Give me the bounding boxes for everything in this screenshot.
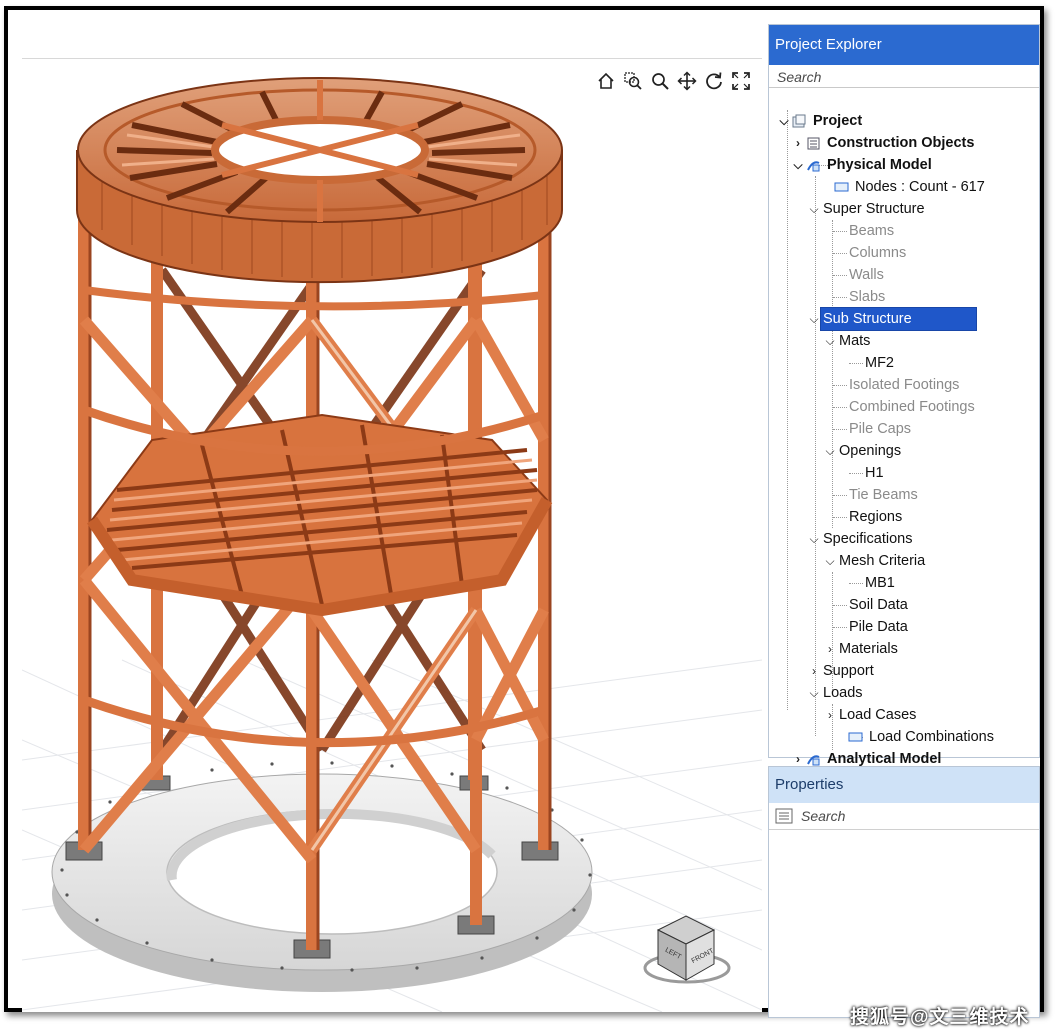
tree-item-sub-structure[interactable]: ⌵ Sub Structure xyxy=(807,307,977,331)
fit-all-icon[interactable] xyxy=(730,70,752,92)
tree-item-materials[interactable]: › Materials xyxy=(823,638,900,660)
chevron-down-icon[interactable]: ⌵ xyxy=(807,198,821,220)
3d-viewport[interactable]: LEFT FRONT xyxy=(22,20,762,1012)
chevron-down-icon[interactable]: ⌵ xyxy=(807,682,821,704)
view-cube[interactable]: LEFT FRONT xyxy=(643,915,731,984)
tower-model-scene[interactable]: LEFT FRONT xyxy=(22,20,762,1012)
tree-item-combined-footings[interactable]: Combined Footings xyxy=(847,396,977,418)
chevron-right-icon[interactable]: › xyxy=(807,660,821,682)
rotate-icon[interactable] xyxy=(703,70,725,92)
pan-icon[interactable] xyxy=(676,70,698,92)
chevron-down-icon[interactable]: ⌵ xyxy=(807,528,821,550)
tree-item-mb1[interactable]: MB1 xyxy=(863,572,897,594)
mid-platform[interactable] xyxy=(87,413,553,617)
properties-panel: Properties Search xyxy=(768,766,1040,1018)
chevron-right-icon[interactable]: › xyxy=(823,638,837,660)
tree-item-isolated-footings[interactable]: Isolated Footings xyxy=(847,374,961,396)
app-window: LEFT FRONT Project Explorer Search ⌵ Pro… xyxy=(4,6,1044,1028)
top-ring-frame[interactable] xyxy=(76,77,563,284)
tree-item-mf2[interactable]: MF2 xyxy=(863,352,896,374)
nodes-icon xyxy=(833,179,849,195)
zoom-icon[interactable] xyxy=(649,70,671,92)
watermark-text: 搜狐号@文三维技术 xyxy=(850,1007,1030,1028)
chevron-right-icon[interactable]: › xyxy=(823,704,837,726)
chevron-down-icon[interactable]: ⌵ xyxy=(807,308,821,330)
tree-item-nodes[interactable]: Nodes : Count - 617 xyxy=(833,176,987,198)
tree-item-specifications[interactable]: ⌵ Specifications xyxy=(807,528,914,550)
tree-item-project[interactable]: ⌵ Project xyxy=(777,110,864,132)
properties-search-placeholder: Search xyxy=(801,808,846,824)
zoom-window-icon[interactable] xyxy=(622,70,644,92)
physical-model-icon xyxy=(805,157,821,173)
list-icon xyxy=(775,808,793,824)
tree-item-pile-caps[interactable]: Pile Caps xyxy=(847,418,913,440)
tree-item-tie-beams[interactable]: Tie Beams xyxy=(847,484,920,506)
tree-item-load-cases[interactable]: › Load Cases xyxy=(823,704,918,726)
chevron-down-icon[interactable]: ⌵ xyxy=(823,330,837,352)
tree-item-columns[interactable]: Columns xyxy=(847,242,908,264)
tree-item-regions[interactable]: Regions xyxy=(847,506,904,528)
chevron-down-icon[interactable]: ⌵ xyxy=(777,110,791,132)
tree-item-mesh-criteria[interactable]: ⌵ Mesh Criteria xyxy=(823,550,927,572)
tree-item-super-structure[interactable]: ⌵ Super Structure xyxy=(807,198,927,220)
tree-item-load-combinations[interactable]: Load Combinations xyxy=(847,726,996,748)
tree-item-slabs[interactable]: Slabs xyxy=(847,286,887,308)
tree-item-loads[interactable]: ⌵ Loads xyxy=(807,682,865,704)
project-explorer-title: Project Explorer xyxy=(769,25,1039,65)
tree-item-support[interactable]: › Support xyxy=(807,660,876,682)
tree-item-construction-objects[interactable]: › Construction Objects xyxy=(791,132,976,154)
tree-item-beams[interactable]: Beams xyxy=(847,220,896,242)
chevron-right-icon[interactable]: › xyxy=(791,132,805,154)
tree-item-physical-model[interactable]: ⌵ Physical Model xyxy=(791,154,934,176)
tree-item-h1[interactable]: H1 xyxy=(863,462,886,484)
tree-item-soil-data[interactable]: Soil Data xyxy=(847,594,910,616)
tree-item-mats[interactable]: ⌵ Mats xyxy=(823,330,872,352)
load-combinations-icon xyxy=(847,729,863,745)
tree-item-pile-data[interactable]: Pile Data xyxy=(847,616,910,638)
project-explorer-panel: Project Explorer Search ⌵ Project › Cons… xyxy=(768,24,1040,767)
construction-objects-icon xyxy=(805,135,821,151)
project-explorer-search[interactable]: Search xyxy=(769,65,1039,88)
tree-item-walls[interactable]: Walls xyxy=(847,264,886,286)
home-icon[interactable] xyxy=(595,70,617,92)
chevron-down-icon[interactable]: ⌵ xyxy=(791,154,805,176)
project-icon xyxy=(791,113,807,129)
tree-item-openings[interactable]: ⌵ Openings xyxy=(823,440,903,462)
analytical-model-icon xyxy=(805,751,821,767)
chevron-down-icon[interactable]: ⌵ xyxy=(823,550,837,572)
chevron-down-icon[interactable]: ⌵ xyxy=(823,440,837,462)
properties-search[interactable]: Search xyxy=(769,803,1039,830)
viewport-toolbar xyxy=(595,70,752,92)
properties-title: Properties xyxy=(769,767,1039,803)
